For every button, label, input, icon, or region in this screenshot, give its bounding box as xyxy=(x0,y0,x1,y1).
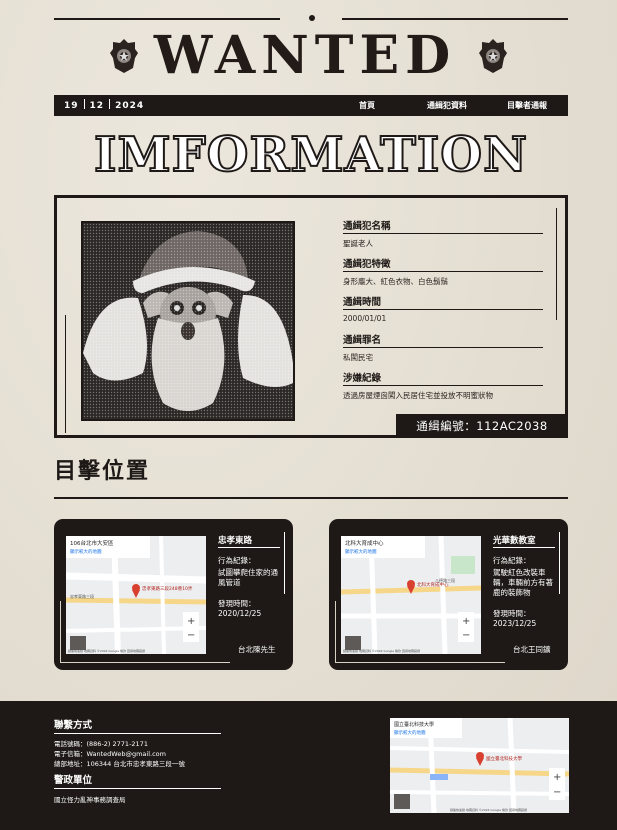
date-month: 12 xyxy=(89,101,105,111)
card-deco-line xyxy=(60,601,61,663)
card-reporter: 台北陳先生 xyxy=(238,645,276,654)
header-rule-left xyxy=(54,18,280,20)
card-record-label: 行為紀錄： xyxy=(493,556,531,565)
fugitive-photo xyxy=(81,221,295,421)
header-dot xyxy=(309,15,315,21)
nav-link-home[interactable]: 首頁 xyxy=(359,100,375,111)
fugitive-profile: 通緝犯名稱 聖誕老人 通緝犯特徵 身形龐大、紅色衣物、白色鬍鬚 通緝時間 200… xyxy=(54,195,568,438)
map-info-title: 北科大育成中心 xyxy=(345,539,384,547)
card-deco-line xyxy=(335,662,505,663)
footer-rule xyxy=(54,733,221,734)
map-embed[interactable]: 北科大育成中心 顯示較大的地圖 北科大育成中心 八德路三段 + − 鍵盤快速鍵 … xyxy=(341,536,481,654)
footer-rule xyxy=(54,788,221,789)
information-banner: IMFORMATION xyxy=(93,126,528,184)
wanted-title: WANTED xyxy=(153,25,457,86)
field-label: 通緝犯名稱 xyxy=(343,218,543,234)
card-record: 駕駛紅色改裝車輛，車輛前方有著鹿的裝飾物 xyxy=(493,568,553,597)
page: WANTED 19 12 2024 首頁 通緝犯資料 目擊者通報 IMFORMATI… xyxy=(0,0,617,830)
nav-link-report[interactable]: 目擊者通報 xyxy=(507,100,547,111)
map-info-title: 106台北市大安區 xyxy=(70,539,114,547)
footer-map-info-link: 顯示較大的地圖 xyxy=(394,729,426,736)
card-deco-line xyxy=(335,601,336,663)
footer-map-copyright: 鍵盤快速鍵 地圖資料 ©2024 Google 條款 回報地圖錯誤 xyxy=(450,807,527,812)
profile-field: 通緝時間 2000/01/01 xyxy=(343,294,543,323)
svg-text:+: + xyxy=(187,616,195,627)
sightings-title: 目擊位置 xyxy=(54,459,151,484)
footer-map-info-title: 國立臺北科技大學 xyxy=(394,721,434,728)
footer: 聯繫方式 電話號碼：(886-2) 2771-2171 電子信箱：WantedW… xyxy=(0,701,617,830)
svg-text:−: − xyxy=(553,787,561,798)
header-rule-right xyxy=(342,18,568,20)
footer-map-embed[interactable]: 國立臺北科技大學 顯示較大的地圖 國立臺北科技大學 + − 鍵盤快速鍵 地圖資料… xyxy=(390,718,569,813)
header-date: 19 12 2024 xyxy=(64,99,144,111)
agency-name: 國立怪力亂神事務調查局 xyxy=(54,796,126,804)
field-value: 私闖民宅 xyxy=(343,353,373,362)
contact-address: 總部地址：106344 台北市忠孝東路三段一號 xyxy=(54,760,185,768)
profile-field: 通緝罪名 私闖民宅 xyxy=(343,332,543,363)
wanted-number: 通緝編號：112AC2038 xyxy=(396,414,568,438)
card-deco-line xyxy=(284,532,285,594)
map-info-link: 顯示較大的地圖 xyxy=(345,548,377,555)
map-embed[interactable]: 106台北市大安區 顯示較大的地圖 忠孝東路三段248巷10弄 忠孝東路三段 +… xyxy=(66,536,206,654)
police-badge-icon xyxy=(479,39,507,73)
field-label: 通緝時間 xyxy=(343,294,543,310)
svg-text:+: + xyxy=(553,772,561,783)
date-day: 19 xyxy=(64,101,79,111)
nav-link-fugitives[interactable]: 通緝犯資料 xyxy=(427,100,467,111)
nav-bar: 19 12 2024 首頁 通緝犯資料 目擊者通報 xyxy=(54,95,568,116)
sighting-card: 106台北市大安區 顯示較大的地圖 忠孝東路三段248巷10弄 忠孝東路三段 +… xyxy=(54,519,293,670)
card-time-label: 發現時間： xyxy=(218,599,256,608)
map-pin-label: 忠孝東路三段248巷10弄 xyxy=(142,585,193,592)
map-street-label: 忠孝東路三段 xyxy=(70,593,94,599)
map-street-label: 八德路三段 xyxy=(435,577,455,583)
contact-title: 聯繫方式 xyxy=(54,720,93,731)
map-copyright: 鍵盤快速鍵 地圖資料 ©2024 Google 條款 回報地圖錯誤 xyxy=(343,648,420,653)
card-time: 2023/12/25 xyxy=(493,619,537,628)
map-copyright: 鍵盤快速鍵 地圖資料 ©2024 Google 條款 回報地圖錯誤 xyxy=(68,648,145,653)
profile-field: 通緝犯名稱 聖誕老人 xyxy=(343,218,543,249)
profile-deco-line xyxy=(65,315,66,433)
profile-field: 涉嫌紀錄 透過房屋煙囪闖入民居住宅並投放不明蜜狀物 xyxy=(343,370,543,401)
police-badge-icon xyxy=(110,39,138,73)
svg-text:−: − xyxy=(462,630,470,641)
sighting-card: 北科大育成中心 顯示較大的地圖 北科大育成中心 八德路三段 + − 鍵盤快速鍵 … xyxy=(329,519,568,670)
card-reporter: 台北王同鑛 xyxy=(513,645,551,654)
card-title-rule xyxy=(218,547,280,548)
field-label: 涉嫌紀錄 xyxy=(343,370,543,386)
field-value: 聖誕老人 xyxy=(343,239,373,248)
profile-deco-line xyxy=(556,208,557,320)
svg-text:−: − xyxy=(187,630,195,641)
footer-map-pin-label: 國立臺北科技大學 xyxy=(486,755,522,762)
profile-field: 通緝犯特徵 身形龐大、紅色衣物、白色鬍鬚 xyxy=(343,256,543,287)
field-value: 身形龐大、紅色衣物、白色鬍鬚 xyxy=(343,277,448,286)
card-time-label: 發現時間： xyxy=(493,609,531,618)
card-record-label: 行為紀錄： xyxy=(218,556,256,565)
field-value: 2000/01/01 xyxy=(343,314,387,323)
card-deco-line xyxy=(559,532,560,594)
card-record: 試圖攀爬住家的通風管道 xyxy=(218,568,278,587)
sightings-rule xyxy=(54,497,568,499)
field-label: 通緝罪名 xyxy=(343,332,543,348)
svg-text:+: + xyxy=(462,616,470,627)
date-year: 2024 xyxy=(115,101,145,111)
card-time: 2020/12/25 xyxy=(218,609,262,618)
field-label: 通緝犯特徵 xyxy=(343,256,543,272)
agency-title: 警政單位 xyxy=(54,775,93,786)
field-value: 透過房屋煙囪闖入民居住宅並投放不明蜜狀物 xyxy=(343,391,493,400)
card-deco-line xyxy=(60,662,230,663)
map-info-link: 顯示較大的地圖 xyxy=(70,548,102,555)
card-title-rule xyxy=(493,547,555,548)
card-location: 忠孝東路 xyxy=(218,536,253,546)
card-location: 光華數教室 xyxy=(493,536,536,546)
